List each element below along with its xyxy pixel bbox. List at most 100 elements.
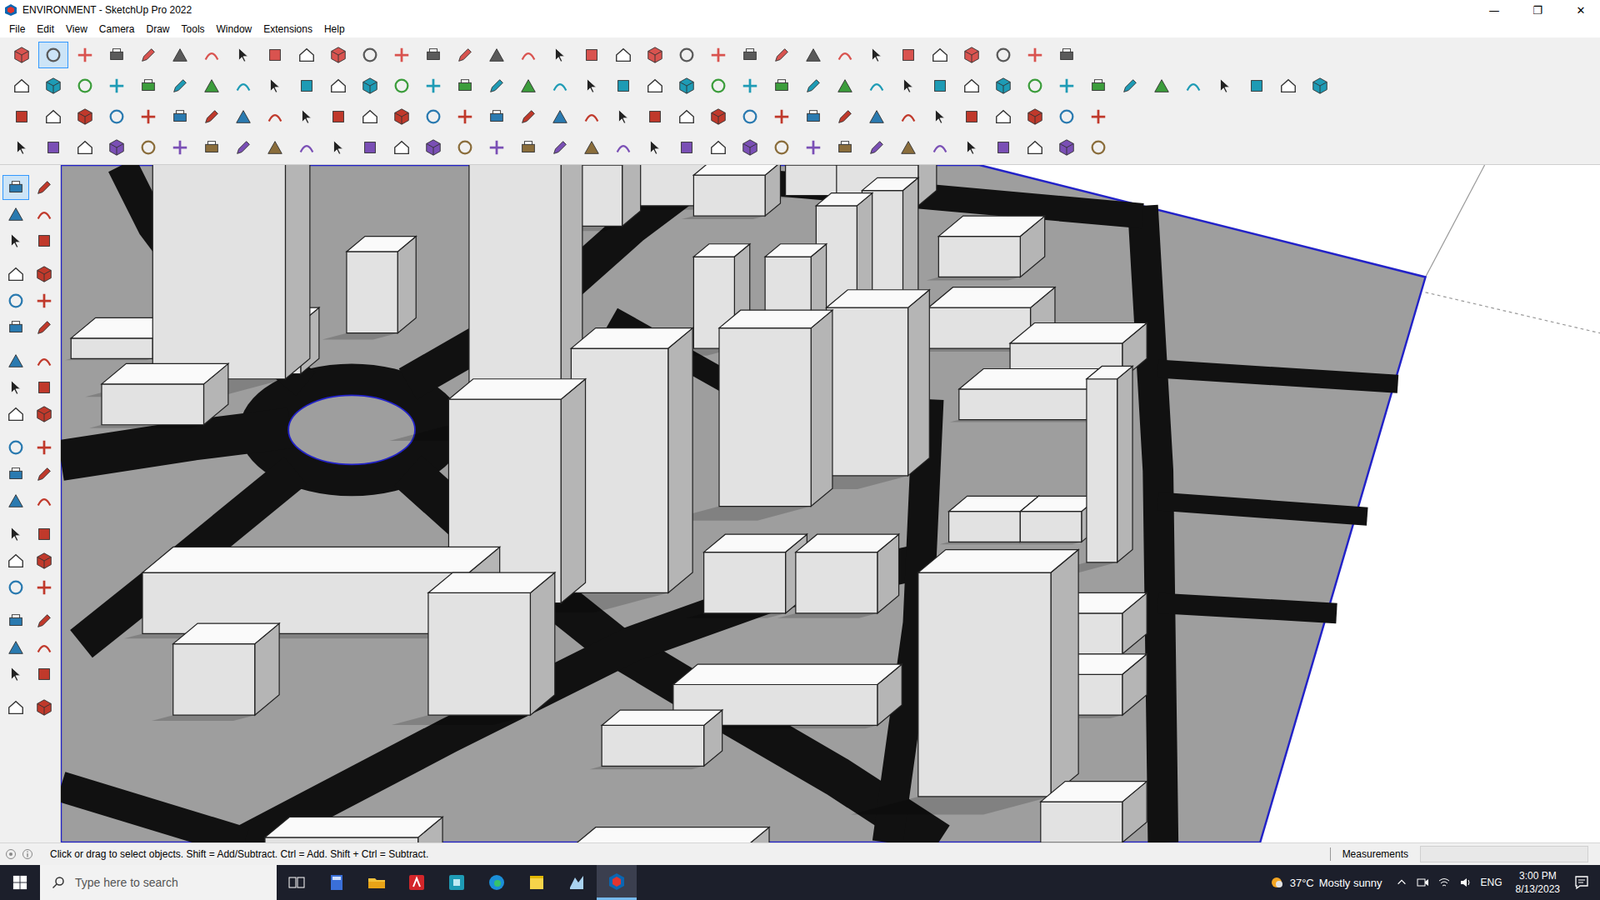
palette-button[interactable]	[30, 695, 58, 720]
palette-button[interactable]	[30, 661, 58, 687]
toolbar-button[interactable]	[798, 103, 829, 130]
toolbar-button[interactable]	[671, 103, 702, 130]
toolbar-button[interactable]	[450, 103, 480, 130]
toolbar-button[interactable]	[640, 103, 670, 130]
toolbar-button[interactable]	[988, 134, 1019, 161]
toolbar-button[interactable]	[291, 103, 322, 130]
toolbar-button[interactable]	[418, 134, 449, 161]
menu-item[interactable]: Extensions	[257, 21, 319, 37]
toolbar-button[interactable]	[291, 134, 322, 161]
toolbar-button[interactable]	[735, 134, 765, 161]
toolbar-button[interactable]	[101, 72, 132, 100]
toolbar-button[interactable]	[513, 41, 544, 69]
toolbar-button[interactable]	[6, 103, 37, 130]
toolbar-button[interactable]	[640, 134, 670, 161]
toolbar-button[interactable]	[956, 134, 987, 161]
toolbar-button[interactable]	[260, 72, 290, 100]
palette-button[interactable]	[2, 461, 30, 487]
toolbar-button[interactable]	[70, 103, 100, 130]
toolbar-button[interactable]	[386, 72, 417, 100]
toolbar-button[interactable]	[355, 41, 385, 69]
palette-button[interactable]	[2, 175, 30, 200]
toolbar-button[interactable]	[133, 41, 164, 69]
toolbar-button[interactable]	[766, 134, 797, 161]
palette-button[interactable]	[30, 175, 58, 200]
window-control-button[interactable]: —	[1475, 0, 1514, 20]
taskbar-app[interactable]	[596, 865, 637, 900]
palette-button[interactable]	[2, 288, 30, 314]
toolbar-button[interactable]	[260, 134, 290, 161]
palette-button[interactable]	[30, 348, 58, 374]
toolbar-button[interactable]	[608, 41, 639, 69]
toolbar-button[interactable]	[133, 72, 164, 100]
palette-button[interactable]	[30, 228, 58, 254]
toolbar-button[interactable]	[798, 72, 829, 100]
toolbar-button[interactable]	[323, 103, 354, 130]
palette-button[interactable]	[2, 608, 30, 634]
toolbar-button[interactable]	[576, 134, 607, 161]
input-language[interactable]: ENG	[1480, 876, 1503, 889]
toolbar-button[interactable]	[418, 41, 449, 69]
toolbar-button[interactable]	[1083, 134, 1114, 161]
toolbar-button[interactable]	[703, 103, 734, 130]
toolbar-button[interactable]	[766, 103, 797, 130]
toolbar-button[interactable]	[956, 41, 987, 69]
toolbar-button[interactable]	[703, 134, 734, 161]
palette-button[interactable]	[30, 261, 58, 287]
toolbar-button[interactable]	[766, 41, 797, 69]
toolbar-button[interactable]	[1178, 72, 1209, 100]
toolbar-button[interactable]	[925, 103, 955, 130]
palette-button[interactable]	[2, 548, 30, 574]
toolbar-button[interactable]	[513, 134, 544, 161]
toolbar-button[interactable]	[101, 103, 132, 130]
weather-widget[interactable]: 37°CMostly sunny	[1268, 874, 1396, 891]
toolbar-button[interactable]	[1305, 72, 1335, 100]
toolbar-button[interactable]	[861, 103, 892, 130]
toolbar-button[interactable]	[703, 41, 734, 69]
toolbar-button[interactable]	[323, 41, 354, 69]
toolbar-button[interactable]	[830, 103, 860, 130]
toolbar-button[interactable]	[671, 41, 702, 69]
taskbar-app[interactable]	[516, 865, 557, 900]
palette-button[interactable]	[30, 315, 58, 340]
toolbar-button[interactable]	[418, 103, 449, 130]
toolbar-button[interactable]	[861, 41, 892, 69]
toolbar-button[interactable]	[830, 41, 860, 69]
palette-button[interactable]	[2, 315, 30, 340]
toolbar-button[interactable]	[956, 103, 987, 130]
menu-item[interactable]: Camera	[93, 21, 141, 37]
toolbar-button[interactable]	[450, 134, 480, 161]
toolbar-button[interactable]	[196, 134, 227, 161]
toolbar-button[interactable]	[1020, 72, 1050, 100]
toolbar-button[interactable]	[196, 72, 227, 100]
toolbar-button[interactable]	[450, 72, 480, 100]
toolbar-button[interactable]	[481, 134, 512, 161]
toolbar-button[interactable]	[133, 103, 164, 130]
toolbar-button[interactable]	[893, 103, 924, 130]
taskbar-app[interactable]	[476, 865, 517, 900]
toolbar-button[interactable]	[355, 103, 385, 130]
toolbar-button[interactable]	[545, 72, 575, 100]
toolbar-button[interactable]	[893, 72, 924, 100]
toolbar-button[interactable]	[1020, 41, 1050, 69]
toolbar-button[interactable]	[608, 103, 639, 130]
toolbar-button[interactable]	[925, 134, 955, 161]
toolbar-button[interactable]	[355, 72, 385, 100]
menu-item[interactable]: Window	[210, 21, 259, 37]
toolbar-button[interactable]	[703, 72, 734, 100]
toolbar-button[interactable]	[1115, 72, 1145, 100]
toolbar-button[interactable]	[481, 72, 512, 100]
toolbar-button[interactable]	[735, 72, 765, 100]
toolbar-button[interactable]	[6, 41, 37, 69]
toolbar-button[interactable]	[925, 72, 955, 100]
toolbar-button[interactable]	[1051, 41, 1082, 69]
toolbar-button[interactable]	[545, 103, 575, 130]
toolbar-button[interactable]	[576, 103, 607, 130]
palette-button[interactable]	[30, 288, 58, 314]
taskbar-app[interactable]	[356, 865, 397, 900]
taskbar-search[interactable]: Type here to search	[40, 865, 277, 900]
palette-button[interactable]	[2, 695, 30, 720]
model-viewport[interactable]	[60, 165, 1600, 843]
notification-icon[interactable]	[1573, 874, 1590, 891]
toolbar-button[interactable]	[355, 134, 385, 161]
